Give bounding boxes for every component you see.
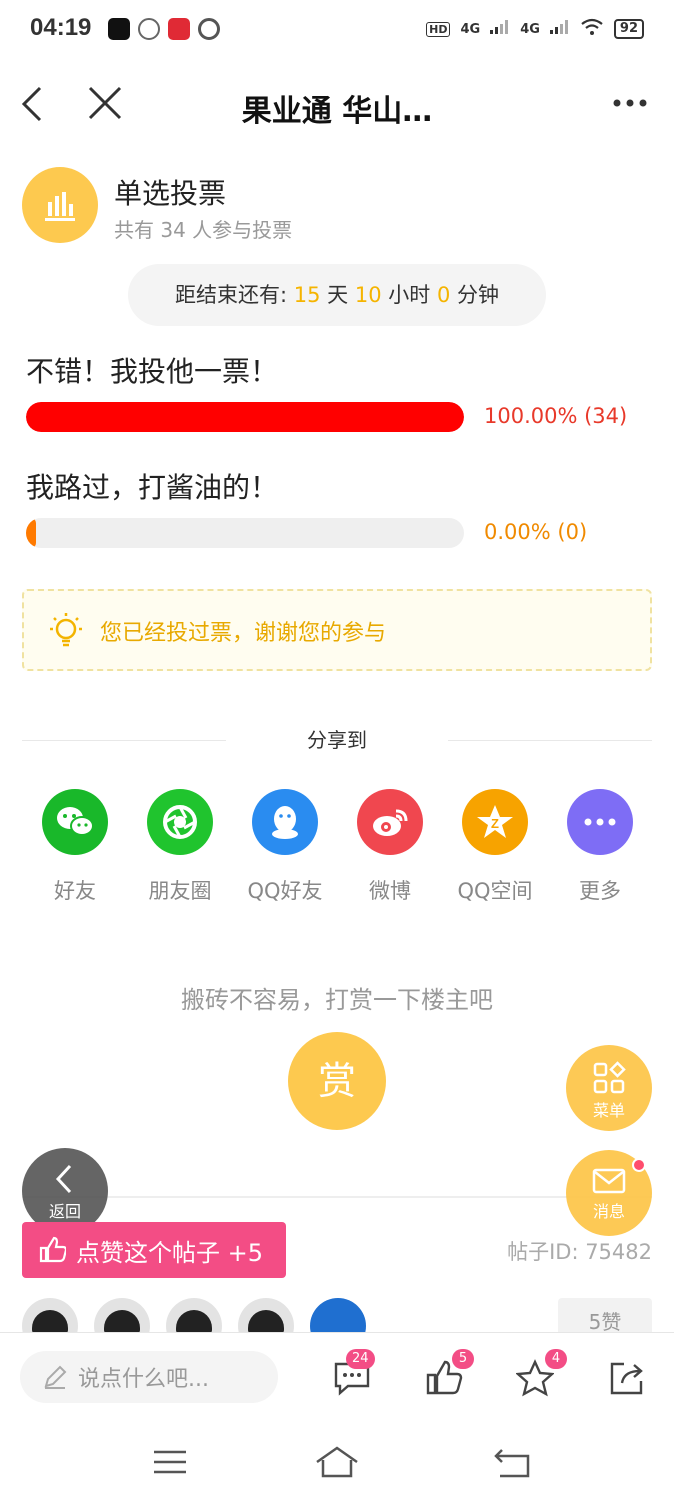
like-post-label: 点赞这个帖子 +5 bbox=[76, 1238, 264, 1267]
back-nav-icon[interactable] bbox=[492, 1444, 536, 1480]
system-nav-bar bbox=[0, 1424, 674, 1500]
share-label: QQ好友 bbox=[247, 879, 323, 903]
status-time: 04:19 bbox=[30, 14, 92, 41]
recent-apps-icon[interactable] bbox=[148, 1444, 192, 1480]
share-label: 好友 bbox=[54, 879, 96, 903]
menu-fab-label: 菜单 bbox=[592, 1101, 625, 1120]
share-label: 更多 bbox=[579, 879, 621, 903]
lightbulb-icon bbox=[50, 613, 82, 647]
divider bbox=[448, 740, 652, 741]
share-weibo[interactable]: 微博 bbox=[338, 789, 442, 905]
likes-badge: 5 bbox=[452, 1349, 474, 1369]
poll-option-label[interactable]: 我路过，打酱油的！ bbox=[26, 466, 278, 506]
messages-fab-label: 消息 bbox=[592, 1202, 625, 1221]
moments-icon bbox=[147, 789, 213, 855]
hd-icon: HD bbox=[426, 21, 451, 37]
chevron-left-icon bbox=[55, 1164, 72, 1194]
signal-bars-icon-2 bbox=[549, 20, 570, 38]
liker-avatars bbox=[22, 1298, 366, 1332]
home-icon[interactable] bbox=[315, 1444, 359, 1480]
mail-icon bbox=[592, 1168, 626, 1194]
share-wechat-friend[interactable]: 好友 bbox=[23, 789, 127, 905]
signal-1: 4G bbox=[460, 21, 481, 37]
grid-menu-icon bbox=[593, 1061, 626, 1094]
share-icon[interactable] bbox=[608, 1359, 646, 1397]
wechat-status-icon bbox=[138, 18, 160, 40]
back-fab-label: 返回 bbox=[48, 1202, 81, 1221]
reward-button[interactable]: 赏 bbox=[288, 1032, 386, 1130]
status-right: HD 4G 4G 92 bbox=[426, 18, 644, 40]
signal-2: 4G bbox=[520, 21, 540, 37]
poll-option-result: 0.00% (0) bbox=[484, 520, 588, 544]
share-qzone[interactable]: Z QQ空间 bbox=[443, 789, 547, 905]
status-bar: 04:19 HD 4G 4G 92 bbox=[0, 0, 674, 60]
thumbs-up-icon bbox=[39, 1236, 66, 1263]
signal-bars-icon bbox=[490, 20, 510, 38]
countdown-days-unit: 天 bbox=[327, 283, 349, 307]
pencil-icon bbox=[44, 1365, 67, 1389]
share-title: 分享到 bbox=[307, 728, 367, 752]
share-label: 微博 bbox=[369, 879, 411, 903]
notification-icons bbox=[108, 18, 220, 40]
favorites-badge: 4 bbox=[545, 1349, 567, 1369]
countdown-minutes: 0 bbox=[436, 283, 451, 307]
countdown-hours: 10 bbox=[354, 283, 382, 307]
avatar[interactable] bbox=[94, 1298, 150, 1332]
voted-notice: 您已经投过票，谢谢您的参与 bbox=[22, 589, 652, 671]
more-options-button[interactable] bbox=[612, 88, 648, 118]
wifi-icon bbox=[580, 18, 604, 40]
avatar[interactable] bbox=[310, 1298, 366, 1332]
unread-dot bbox=[632, 1158, 646, 1172]
comment-placeholder: 说点什么吧... bbox=[78, 1367, 209, 1392]
page-header: 果业通 华山… bbox=[0, 70, 674, 140]
voted-notice-text: 您已经投过票，谢谢您的参与 bbox=[100, 621, 387, 646]
countdown-minutes-unit: 分钟 bbox=[457, 283, 500, 307]
poll-option-bar bbox=[26, 402, 464, 432]
qzone-icon: Z bbox=[462, 789, 528, 855]
comment-input[interactable]: 说点什么吧... bbox=[20, 1351, 278, 1403]
countdown-days: 15 bbox=[293, 283, 321, 307]
avatar[interactable] bbox=[22, 1298, 78, 1332]
wechat-icon bbox=[42, 789, 108, 855]
divider bbox=[22, 1196, 652, 1198]
weibo-icon bbox=[357, 789, 423, 855]
likes-count[interactable]: 5赞 bbox=[558, 1298, 652, 1332]
poll-option-bar-fill bbox=[26, 402, 464, 432]
fan-icon bbox=[198, 18, 220, 40]
share-qq-friend[interactable]: QQ好友 bbox=[233, 789, 337, 905]
like-post-button[interactable]: 点赞这个帖子 +5 bbox=[22, 1222, 286, 1278]
comments-badge: 24 bbox=[346, 1349, 375, 1369]
messages-fab[interactable]: 消息 bbox=[566, 1150, 652, 1236]
countdown-prefix: 距结束还有: bbox=[174, 283, 288, 307]
avatar[interactable] bbox=[238, 1298, 294, 1332]
page-title: 果业通 华山… bbox=[241, 94, 433, 129]
poll-option-result: 100.00% (34) bbox=[484, 404, 628, 428]
share-label: 朋友圈 bbox=[148, 879, 212, 903]
tiktok-icon bbox=[108, 18, 130, 40]
poll-type: 单选投票 bbox=[114, 177, 227, 210]
poll-option-bar bbox=[26, 518, 464, 548]
app-notification-icon bbox=[168, 18, 190, 40]
share-label: QQ空间 bbox=[457, 879, 533, 903]
countdown-hours-unit: 小时 bbox=[388, 283, 431, 307]
share-moments[interactable]: 朋友圈 bbox=[128, 789, 232, 905]
qq-icon bbox=[252, 789, 318, 855]
poll-icon bbox=[22, 167, 98, 243]
battery-indicator: 92 bbox=[613, 19, 644, 39]
poll-option-label[interactable]: 不错！我投他一票！ bbox=[26, 350, 278, 390]
post-id: 帖子ID: 75482 bbox=[507, 1240, 652, 1264]
poll-participants: 共有 34 人参与投票 bbox=[114, 218, 293, 242]
menu-fab[interactable]: 菜单 bbox=[566, 1045, 652, 1131]
more-icon bbox=[567, 789, 633, 855]
avatar[interactable] bbox=[166, 1298, 222, 1332]
reward-prompt: 搬砖不容易，打赏一下楼主吧 bbox=[181, 986, 493, 1014]
poll-option-bar-fill bbox=[26, 518, 36, 548]
svg-text:Z: Z bbox=[491, 816, 499, 831]
ellipsis-icon bbox=[613, 99, 647, 107]
bar-chart-icon bbox=[45, 192, 75, 221]
poll-countdown: 距结束还有: 15 天 10 小时 0 分钟 bbox=[128, 264, 546, 326]
bottom-action-bar: 说点什么吧... 24 5 4 bbox=[0, 1332, 674, 1424]
share-more[interactable]: 更多 bbox=[548, 789, 652, 905]
